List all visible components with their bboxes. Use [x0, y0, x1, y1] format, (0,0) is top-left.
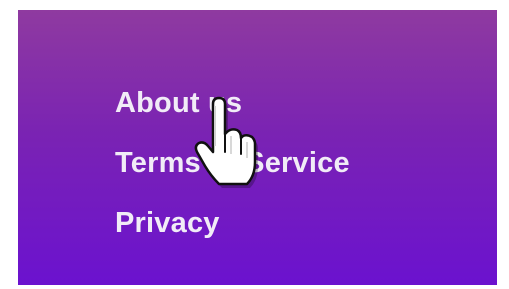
- menu-item-privacy: Privacy: [115, 203, 350, 263]
- menu-item-terms-of-service: Terms of Service: [115, 143, 350, 203]
- about-us-link[interactable]: About us: [115, 87, 242, 119]
- terms-of-service-link[interactable]: Terms of Service: [115, 147, 350, 179]
- footer-links: About us Terms of Service Privacy: [115, 83, 350, 263]
- privacy-link[interactable]: Privacy: [115, 207, 220, 239]
- menu-panel: About us Terms of Service Privacy: [18, 10, 497, 285]
- menu-item-about-us: About us: [115, 83, 350, 143]
